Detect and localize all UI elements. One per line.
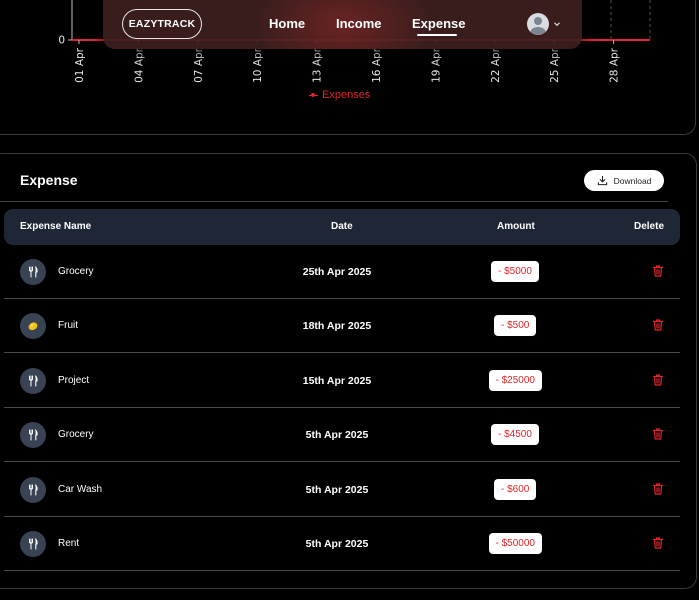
x-tick-label: 16 Apr: [371, 47, 383, 83]
expense-amount-badge: - $600: [494, 479, 537, 500]
table-row: Car Wash 5th Apr 2025 - $600: [4, 463, 680, 517]
legend-label-expenses: Expenses: [322, 89, 371, 101]
trash-icon[interactable]: [651, 427, 665, 441]
table-row: Fruit 18th Apr 2025 - $500: [4, 299, 680, 353]
expense-date: 5th Apr 2025: [305, 429, 369, 441]
expense-date: 25th Apr 2025: [302, 266, 372, 278]
category-icon-badge: [20, 259, 46, 285]
expense-name: Grocery: [58, 429, 94, 440]
category-icon-badge: [20, 313, 46, 339]
x-tick-label: 04 Apr: [133, 47, 145, 83]
nav-link-home[interactable]: Home: [269, 16, 305, 31]
brand-logo[interactable]: EAZYTRACK: [122, 9, 202, 39]
fork-knife-icon: [29, 538, 38, 550]
expense-amount-badge: - $500: [494, 315, 537, 336]
table-header: Expense Name Date Amount Delete: [4, 209, 680, 245]
row-divider: [4, 352, 680, 353]
trash-icon[interactable]: [651, 264, 665, 278]
category-icon-badge: [20, 422, 46, 448]
column-header-expense-name: Expense Name: [20, 221, 92, 232]
x-tick-label: 25 Apr: [549, 47, 561, 83]
trash-icon[interactable]: [651, 482, 665, 496]
x-tick-label: 28 Apr: [609, 47, 621, 83]
nav-link-income[interactable]: Income: [336, 16, 382, 31]
x-tick-label: 01 Apr: [74, 47, 86, 83]
x-tick-label: 10 Apr: [252, 47, 264, 83]
download-label: Download: [613, 175, 652, 186]
download-button[interactable]: Download: [584, 170, 664, 191]
fork-knife-icon: [29, 266, 38, 278]
section-divider: [0, 201, 668, 202]
row-divider: [4, 461, 680, 462]
download-icon: [597, 175, 607, 186]
trash-icon[interactable]: [651, 373, 665, 387]
legend-line-marker-icon: [309, 91, 318, 100]
expense-name: Grocery: [58, 266, 94, 277]
fork-knife-icon: [29, 484, 38, 496]
expense-date: 15th Apr 2025: [302, 375, 372, 387]
fork-knife-icon: [29, 375, 38, 387]
expense-name: Rent: [58, 538, 80, 549]
chevron-down-icon[interactable]: [553, 20, 561, 28]
y-tick-label: 0: [58, 35, 65, 47]
expense-date: 5th Apr 2025: [305, 538, 369, 550]
expense-amount-badge: - $4500: [491, 424, 539, 445]
x-tick-label: 19 Apr: [430, 47, 442, 83]
expense-section-title: Expense: [20, 172, 78, 188]
nav-link-expense[interactable]: Expense: [412, 16, 465, 31]
chart-legend[interactable]: Expenses: [309, 89, 370, 101]
expense-date: 18th Apr 2025: [302, 320, 372, 332]
x-tick-label: 13 Apr: [312, 47, 324, 83]
profile-menu[interactable]: [527, 13, 561, 35]
expense-amount-badge: - $50000: [488, 533, 542, 554]
top-navbar: EAZYTRACK Home Income Expense: [103, 0, 582, 49]
expense-name: Project: [58, 375, 90, 386]
category-icon-badge: [20, 477, 46, 503]
expense-date: 5th Apr 2025: [305, 484, 369, 496]
fork-knife-icon: [29, 429, 38, 441]
user-avatar-icon[interactable]: [527, 13, 549, 35]
trash-icon[interactable]: [651, 318, 665, 332]
expense-amount-badge: - $25000: [488, 370, 542, 391]
row-divider: [4, 570, 680, 571]
column-header-date: Date: [331, 221, 353, 232]
table-row: Rent 5th Apr 2025 - $50000: [4, 517, 680, 571]
category-icon-badge: [20, 368, 46, 394]
expense-name: Fruit: [58, 320, 78, 331]
column-header-amount: Amount: [497, 221, 535, 232]
lemon-icon: [28, 322, 38, 331]
expense-name: Car Wash: [58, 484, 103, 495]
category-icon-badge: [20, 531, 46, 557]
active-nav-indicator: [417, 34, 457, 36]
table-row: Project 15th Apr 2025 - $25000: [4, 354, 680, 408]
trash-icon[interactable]: [651, 536, 665, 550]
table-row: Grocery 25th Apr 2025 - $5000: [4, 245, 680, 299]
expense-amount-badge: - $5000: [491, 261, 539, 282]
table-row: Grocery 5th Apr 2025 - $4500: [4, 408, 680, 462]
x-tick-label: 07 Apr: [193, 47, 205, 83]
column-header-delete: Delete: [634, 221, 665, 232]
x-tick-label: 22 Apr: [490, 47, 502, 83]
